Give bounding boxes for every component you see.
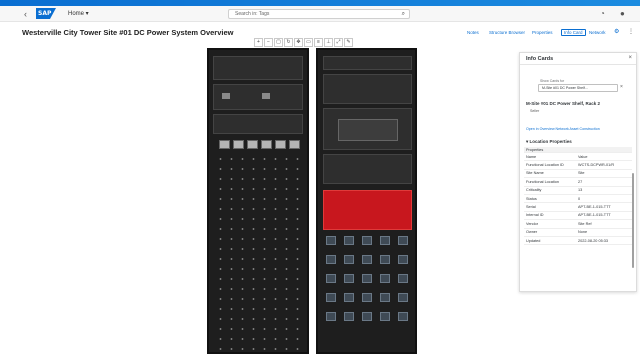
rectifier-module[interactable] [326, 274, 336, 283]
shelf-panel[interactable] [213, 56, 303, 80]
rectifier-module[interactable] [326, 312, 336, 321]
location-properties-heading[interactable]: ▾ Location Properties [526, 139, 572, 145]
selected-dc-power-shelf[interactable] [323, 190, 412, 230]
pen-icon[interactable]: ✎ [344, 38, 353, 47]
info-cards-header: Info Cards × [520, 53, 636, 65]
breaker[interactable] [233, 140, 244, 149]
breaker-header [213, 114, 303, 134]
rectifier-module[interactable] [380, 255, 390, 264]
info-cards-panel: Info Cards × Show Cards for M-Site #01 D… [519, 52, 637, 292]
rack-left[interactable] [207, 48, 309, 354]
rectifier-shelf[interactable] [323, 74, 412, 104]
rectifier-module[interactable] [344, 293, 354, 302]
table-row: Status 0 [524, 195, 632, 204]
search-input[interactable]: Search in: Tags ⌕ [228, 9, 410, 19]
properties-button[interactable]: Properties [532, 30, 553, 35]
fullscreen-icon[interactable]: ⤢ [334, 38, 343, 47]
rectifier-module[interactable] [344, 312, 354, 321]
table-row: Vendor Site Ref [524, 220, 632, 229]
rectifier-module[interactable] [362, 255, 372, 264]
scrollbar[interactable] [632, 173, 634, 268]
info-card-button[interactable]: Info Card [561, 29, 586, 36]
rectifier-module[interactable] [380, 293, 390, 302]
asset-subtitle: Seller [530, 109, 540, 113]
rectifier-module[interactable] [380, 236, 390, 245]
more-icon[interactable]: ⋮ [628, 28, 634, 35]
rectifier-module[interactable] [398, 236, 408, 245]
zoom-in-icon[interactable]: + [254, 38, 263, 47]
table-row: Site Name Site [524, 170, 632, 179]
network-button[interactable]: Network [589, 30, 606, 35]
display-block [262, 93, 270, 99]
breaker[interactable] [247, 140, 258, 149]
layers-icon[interactable]: ≡ [314, 38, 323, 47]
display-block [222, 93, 230, 99]
zoom-out-icon[interactable]: − [264, 38, 273, 47]
rectifier-module[interactable] [362, 312, 372, 321]
fit-icon[interactable]: ▢ [274, 38, 283, 47]
rectifier-module[interactable] [344, 255, 354, 264]
rectifier-module[interactable] [362, 274, 372, 283]
rectifier-module[interactable] [398, 312, 408, 321]
table-row: Criticality 13 [524, 187, 632, 195]
rectifier-module[interactable] [362, 236, 372, 245]
distribution-terminals[interactable] [215, 154, 303, 350]
rectifier-module[interactable] [326, 293, 336, 302]
table-row: Name Value [524, 153, 632, 162]
notes-button[interactable]: Notes [467, 30, 479, 35]
breaker-row[interactable] [219, 140, 300, 149]
back-arrow-icon[interactable]: ‹ [24, 9, 27, 19]
rectifier-module[interactable] [398, 255, 408, 264]
battery-shelf[interactable] [323, 154, 412, 184]
select-icon[interactable]: ▭ [304, 38, 313, 47]
rectifier-module[interactable] [344, 274, 354, 283]
select-label: Show Cards for [540, 79, 565, 83]
user-avatar-icon[interactable]: ● [620, 9, 625, 18]
card-select[interactable]: M-Site #01 DC Power Shelf... [538, 84, 618, 92]
info-cards-title: Info Cards [526, 56, 554, 62]
rectifier-modules[interactable] [326, 236, 408, 321]
breaker[interactable] [261, 140, 272, 149]
measure-icon[interactable]: ⊥ [324, 38, 333, 47]
rectifier-module[interactable] [326, 236, 336, 245]
table-row: Internal ID APT-BE-1-015-TTT [524, 212, 632, 221]
rectifier-module[interactable] [398, 274, 408, 283]
open-overview-link[interactable]: Open in Overview Network Asset Construct… [526, 127, 600, 131]
properties-table: Properties Name Value Functional Location… [524, 147, 632, 246]
rectifier-module[interactable] [362, 293, 372, 302]
rectifier-module[interactable] [380, 312, 390, 321]
rectifier-module[interactable] [326, 255, 336, 264]
page-title: Westerville City Tower Site #01 DC Power… [22, 28, 234, 37]
close-icon[interactable]: × [628, 55, 632, 61]
controller-shelf[interactable] [323, 108, 412, 150]
table-row: Functional Location 27 [524, 178, 632, 187]
controller-module[interactable] [338, 119, 398, 141]
controller-panel[interactable] [213, 84, 303, 110]
structure-browser-button[interactable]: Structure Browser [489, 30, 525, 35]
table-row: Owner None [524, 229, 632, 237]
shell-bar: ‹ SAP Home ▾ Search in: Tags ⌕ ◔ ● [0, 6, 640, 22]
asset-title: M-Site #01 DC Power Shelf, Rack 2 [526, 101, 601, 106]
home-menu[interactable]: Home ▾ [68, 10, 89, 17]
sap-logo[interactable]: SAP [36, 8, 56, 19]
breaker[interactable] [275, 140, 286, 149]
notifications-icon[interactable]: ◔ [600, 9, 605, 18]
table-row: Serial APT-BE-1-015-TTT [524, 203, 632, 212]
rack-right[interactable] [316, 48, 417, 354]
top-shelf[interactable] [323, 56, 412, 70]
rectifier-module[interactable] [398, 293, 408, 302]
search-icon[interactable]: ⌕ [402, 10, 405, 19]
table-row: Updated 2022-08-20 05:33 [524, 237, 632, 246]
breaker[interactable] [289, 140, 300, 149]
rotate-icon[interactable]: ↻ [284, 38, 293, 47]
rectifier-module[interactable] [380, 274, 390, 283]
table-row: Functional Location ID WCTS-DCPWR-01/R [524, 161, 632, 170]
rectifier-module[interactable] [344, 236, 354, 245]
viewer-toolbar: + − ▢ ↻ ✥ ▭ ≡ ⊥ ⤢ ✎ [254, 38, 353, 47]
settings-gear-icon[interactable]: ⚙ [614, 28, 619, 35]
breaker[interactable] [219, 140, 230, 149]
pan-icon[interactable]: ✥ [294, 38, 303, 47]
clear-select-icon[interactable]: × [620, 84, 623, 90]
